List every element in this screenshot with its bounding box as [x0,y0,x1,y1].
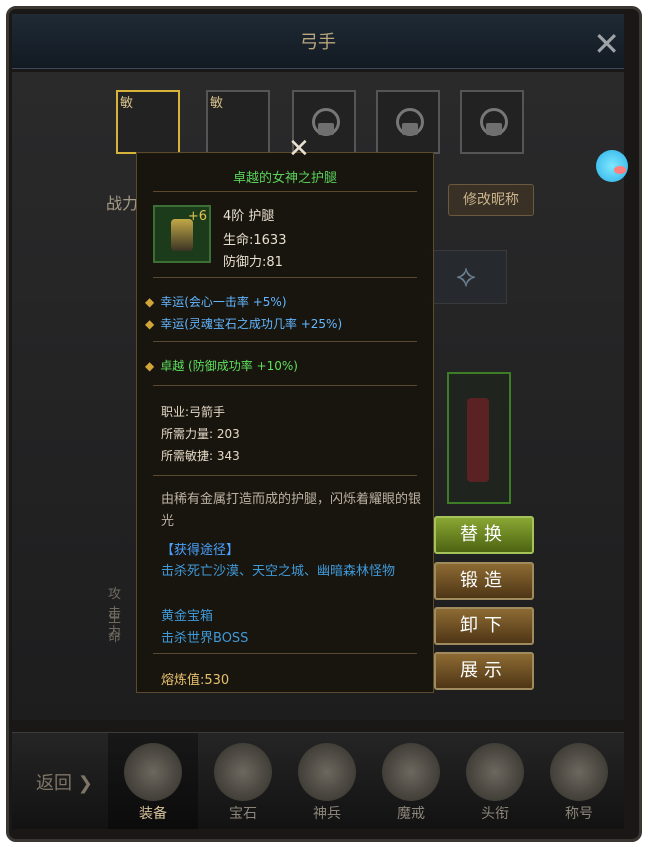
divider [153,475,417,476]
quiver-equipment-slot[interactable] [447,372,511,504]
lucky-mod-1: ◆ 幸运(会心一击率 +5%) [145,295,287,309]
window-title: 弓手 [300,32,336,53]
rename-button[interactable]: 修改昵称 [448,184,534,216]
smelt-value: 熔炼值:530 [161,673,230,688]
close-icon[interactable]: ✕ [593,28,620,60]
divider [153,653,417,654]
item-hp: 生命:1633 [223,233,287,248]
strength-requirement: 所需力量: 203 [161,427,240,441]
tab-divine-weapon[interactable]: 神兵 [282,733,372,829]
locked-slot-2[interactable] [376,90,440,154]
show-button[interactable]: 展示 [434,652,534,690]
source-line-3: 击杀世界BOSS [161,631,249,646]
locked-slot-3[interactable] [460,90,524,154]
lock-icon [480,108,508,136]
gem-icon [214,743,272,801]
item-tooltip: 卓越的女神之护腿 +6 4阶 护腿 生命:1633 防御力:81 ◆ 幸运(会心一… [136,152,434,693]
stat-label: 生命 [108,611,122,645]
rank-icon [466,743,524,801]
item-defense: 防御力:81 [223,255,283,270]
back-button[interactable]: 返回 ❯ [36,769,93,795]
character-portrait-2[interactable]: 敏 [206,90,270,154]
tab-magic-ring[interactable]: 魔戒 [366,733,456,829]
divider [153,277,417,278]
title-badge-icon [550,743,608,801]
divider [153,191,417,192]
combat-power: 战力 [106,190,138,214]
character-portrait-1[interactable]: 敏 [116,90,180,154]
diamond-icon: ◆ [145,359,155,373]
divider [153,385,417,386]
lock-icon [396,108,424,136]
title-bar: 弓手 [12,14,624,69]
source-line-2: 黄金宝箱 [161,609,214,624]
divider [153,341,417,342]
tab-gem[interactable]: 宝石 [198,733,288,829]
class-tag: 敏 [120,96,134,111]
lucky-mod-2: ◆ 幸运(灵魂宝石之成功几率 +25%) [145,317,343,331]
back-arrow-icon: ❯ [72,773,93,794]
diamond-icon: ◆ [145,295,155,309]
tooltip-close-icon[interactable]: ✕ [288,136,310,162]
forge-button[interactable]: 锻造 [434,562,534,600]
tab-equipment[interactable]: 装备 [108,733,198,829]
wing-equipment-slot[interactable]: ⟡ [425,250,507,304]
source-title: 【获得途径】 [161,543,240,558]
sword-icon [298,743,356,801]
lock-icon [312,108,340,136]
bottom-navigation: 返回 ❯ 装备 宝石 神兵 魔戒 头衔 称号 [12,732,624,829]
item-description: 由稀有金属打造而成的护腿，闪烁着耀眼的银光 [161,492,422,529]
item-tier-type: 4阶 护腿 [223,209,275,224]
item-icon: +6 [153,205,211,263]
source-line-1: 击杀死亡沙漠、天空之城、幽暗森林怪物 [161,564,396,579]
mascot-icon[interactable] [596,150,628,182]
replace-button[interactable]: 替换 [434,516,534,554]
enhance-level: +6 [187,209,207,224]
diamond-icon: ◆ [145,317,155,331]
power-label: 战力 [106,194,139,213]
excellent-mod: ◆ 卓越 (防御成功率 +10%) [145,359,298,373]
tab-title[interactable]: 称号 [534,733,624,829]
item-name: 卓越的女神之护腿 [232,171,337,186]
tab-rank[interactable]: 头衔 [450,733,540,829]
helmet-icon [124,743,182,801]
class-requirement: 职业:弓箭手 [161,405,226,419]
unequip-button[interactable]: 卸下 [434,607,534,645]
ring-icon [382,743,440,801]
agility-requirement: 所需敏捷: 343 [161,449,240,463]
class-tag: 敏 [210,96,224,111]
